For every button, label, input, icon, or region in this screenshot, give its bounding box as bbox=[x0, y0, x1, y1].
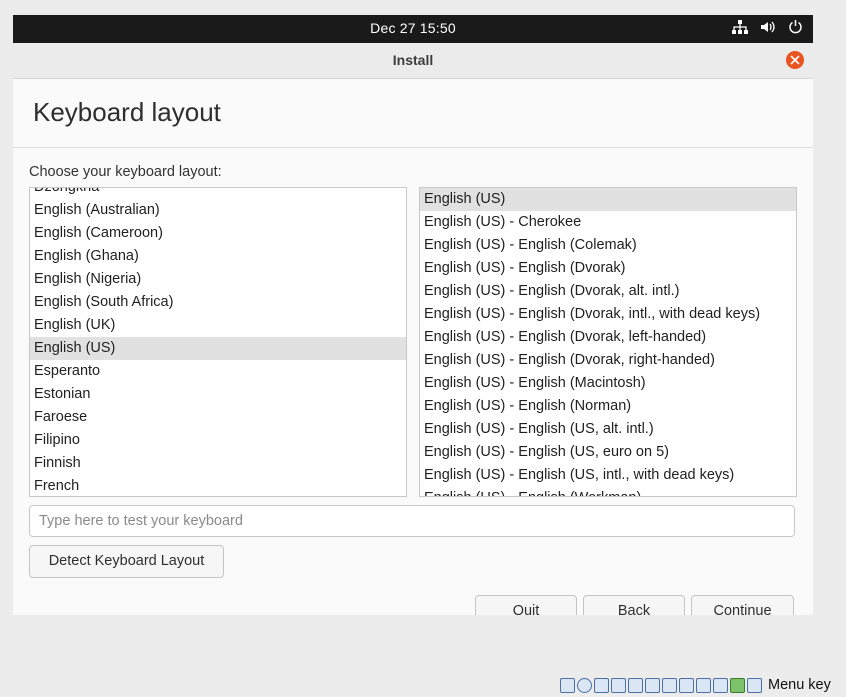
variant-list-item[interactable]: English (US) - English (US, intl., with … bbox=[420, 464, 796, 487]
variant-list-item[interactable]: English (US) - English (Dvorak, alt. int… bbox=[420, 280, 796, 303]
variant-list-item[interactable]: English (US) - Cherokee bbox=[420, 211, 796, 234]
back-button[interactable]: Back bbox=[583, 595, 685, 615]
display-icon[interactable] bbox=[662, 677, 677, 693]
layout-list-item[interactable]: Filipino bbox=[30, 429, 406, 452]
variant-list-item[interactable]: English (US) - English (Workman) bbox=[420, 487, 796, 496]
variant-list-item[interactable]: English (US) bbox=[420, 188, 796, 211]
title-bar: Install bbox=[13, 43, 813, 79]
continue-button[interactable]: Continue bbox=[691, 595, 794, 615]
installer-window: Install Keyboard layout Choose your keyb… bbox=[13, 43, 813, 615]
volume-icon[interactable] bbox=[760, 20, 776, 34]
clock[interactable]: Dec 27 15:50 bbox=[13, 20, 813, 36]
cpu-icon[interactable] bbox=[696, 677, 711, 693]
layout-list-item[interactable]: English (Nigeria) bbox=[30, 268, 406, 291]
vm-status-bar: Menu key bbox=[560, 674, 831, 696]
layout-list-item[interactable]: Faroese bbox=[30, 406, 406, 429]
detect-keyboard-layout-button[interactable]: Detect Keyboard Layout bbox=[29, 545, 224, 578]
recording-icon[interactable] bbox=[679, 677, 694, 693]
variant-list[interactable]: English (US) English (US) - Cherokee Engli… bbox=[419, 187, 797, 497]
variant-list-item[interactable]: English (US) - English (Dvorak, intl., w… bbox=[420, 303, 796, 326]
power-icon[interactable] bbox=[788, 19, 803, 34]
usb-icon[interactable] bbox=[628, 677, 643, 693]
hard-disk-icon[interactable] bbox=[560, 677, 575, 693]
keyboard-test-input[interactable] bbox=[29, 505, 795, 537]
layout-list-item[interactable]: English (Australian) bbox=[30, 199, 406, 222]
layout-list-item[interactable]: Dzongkha bbox=[30, 188, 406, 199]
page-title: Keyboard layout bbox=[33, 97, 221, 127]
keyboard-capture-icon[interactable] bbox=[747, 677, 762, 693]
variant-list-item[interactable]: English (US) - English (Macintosh) bbox=[420, 372, 796, 395]
variant-list-item[interactable]: English (US) - English (Colemak) bbox=[420, 234, 796, 257]
network-icon[interactable] bbox=[611, 677, 626, 693]
audio-icon[interactable] bbox=[594, 677, 609, 693]
network-icon[interactable] bbox=[732, 19, 748, 34]
close-icon bbox=[790, 55, 800, 65]
layout-list-item[interactable]: English (South Africa) bbox=[30, 291, 406, 314]
layout-list-item[interactable]: Finnish bbox=[30, 452, 406, 475]
shared-folder-icon[interactable] bbox=[645, 677, 660, 693]
quit-button[interactable]: Quit bbox=[475, 595, 577, 615]
variant-list-item[interactable]: English (US) - English (Norman) bbox=[420, 395, 796, 418]
host-menu-key-label: Menu key bbox=[768, 677, 831, 693]
close-button[interactable] bbox=[786, 51, 804, 69]
mouse-integration-icon[interactable] bbox=[730, 677, 745, 693]
top-bar: Dec 27 15:50 bbox=[13, 15, 813, 43]
layout-list-item[interactable]: English (Ghana) bbox=[30, 245, 406, 268]
variant-list-item[interactable]: English (US) - English (US, euro on 5) bbox=[420, 441, 796, 464]
layout-list-item[interactable]: French bbox=[30, 475, 406, 496]
layout-list-item[interactable]: Esperanto bbox=[30, 360, 406, 383]
virtualization-icon[interactable] bbox=[713, 677, 728, 693]
layout-list-item[interactable]: English (UK) bbox=[30, 314, 406, 337]
layout-list-item[interactable]: English (Cameroon) bbox=[30, 222, 406, 245]
system-tray[interactable] bbox=[732, 19, 803, 34]
variant-list-item[interactable]: English (US) - English (Dvorak) bbox=[420, 257, 796, 280]
variant-list-item[interactable]: English (US) - English (Dvorak, left-han… bbox=[420, 326, 796, 349]
window-title: Install bbox=[392, 52, 434, 68]
variant-list-item[interactable]: English (US) - English (US, alt. intl.) bbox=[420, 418, 796, 441]
layout-list-item[interactable]: English (US) bbox=[30, 337, 406, 360]
layout-list[interactable]: Dzongkha English (Australian) English (Cam… bbox=[29, 187, 407, 497]
variant-list-item[interactable]: English (US) - English (Dvorak, right-ha… bbox=[420, 349, 796, 372]
layout-list-item[interactable]: Estonian bbox=[30, 383, 406, 406]
optical-drive-icon[interactable] bbox=[577, 677, 592, 693]
choose-layout-label: Choose your keyboard layout: bbox=[29, 164, 222, 180]
divider bbox=[13, 147, 813, 148]
